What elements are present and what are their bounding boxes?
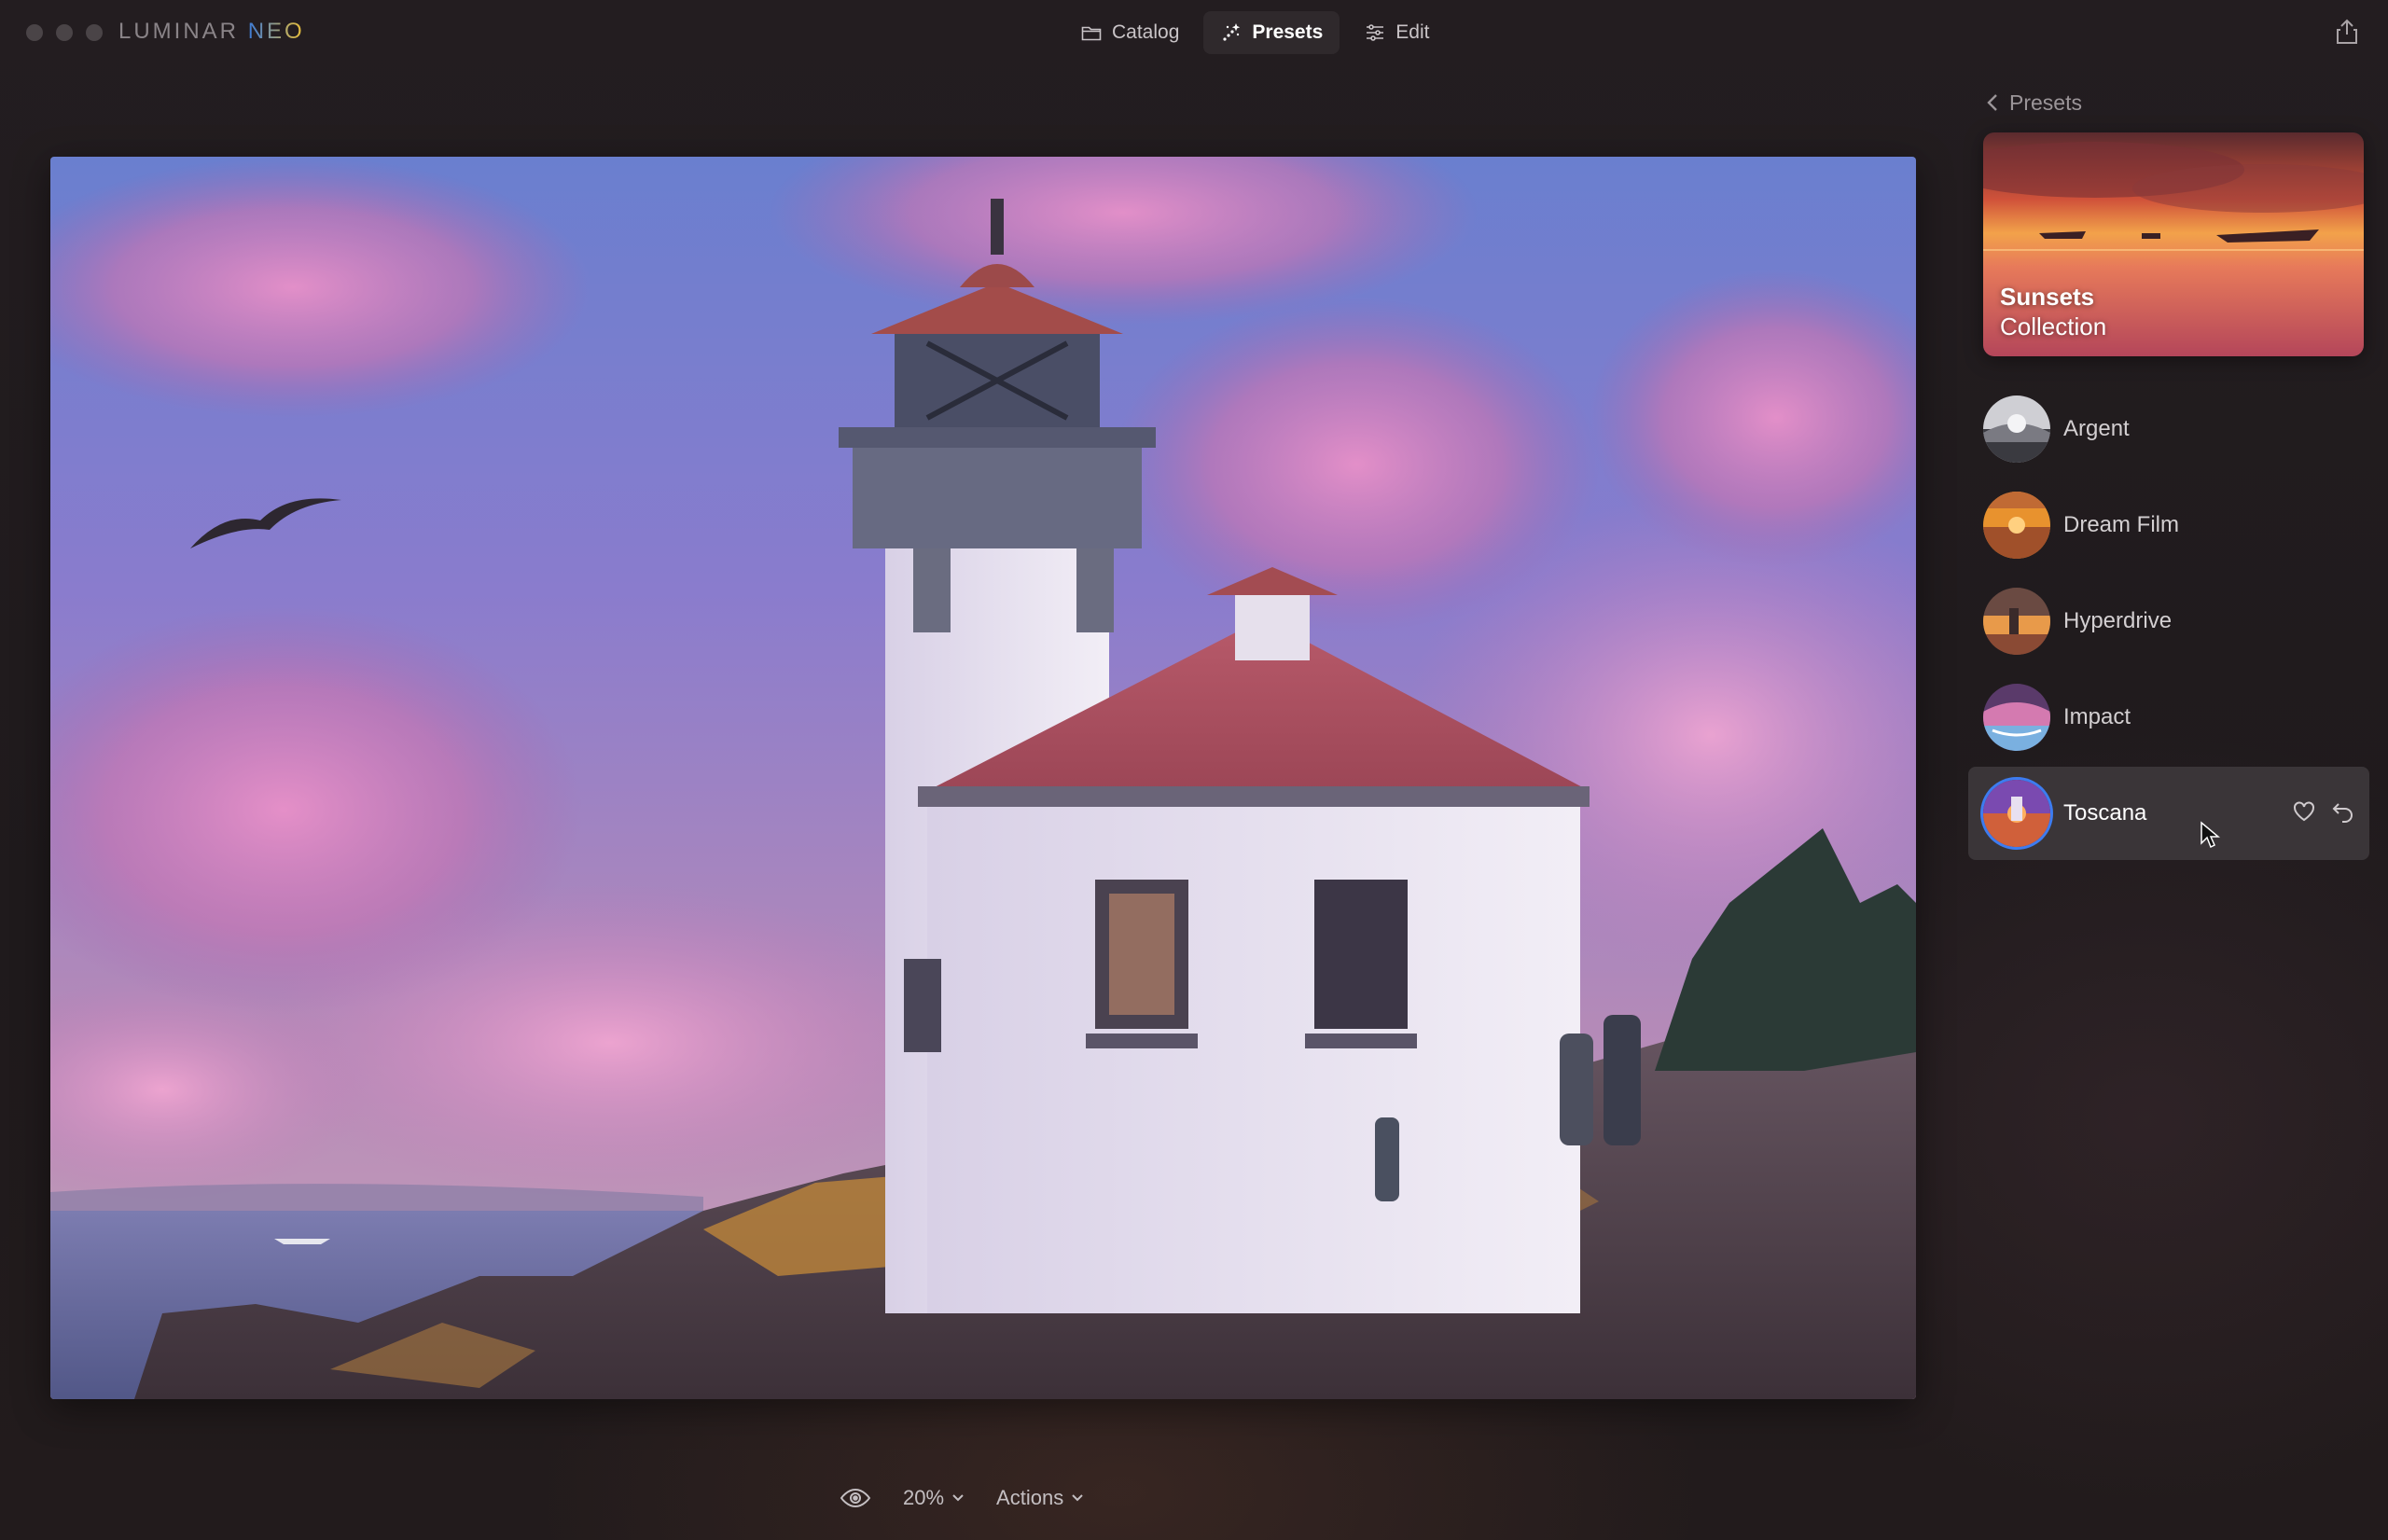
preset-thumbnail (1983, 780, 2050, 847)
preset-thumbnail (1983, 395, 2050, 463)
back-label: Presets (2009, 90, 2082, 115)
preset-item-impact[interactable]: Impact (1968, 671, 2369, 764)
before-after-toggle[interactable] (840, 1487, 871, 1509)
mouse-cursor-icon (2201, 821, 2220, 849)
eye-icon (840, 1488, 871, 1508)
favorite-heart-icon[interactable] (2291, 798, 2317, 825)
app-logo: LUMINAR NEO (118, 19, 305, 47)
zoom-value: 20% (903, 1486, 945, 1509)
preset-thumbnail (1983, 588, 2050, 655)
presets-back-button[interactable]: Presets (1985, 86, 2082, 119)
brand-accent: NEO (247, 19, 305, 44)
chevron-down-icon (952, 1494, 964, 1502)
window-close-button[interactable] (26, 24, 43, 41)
preset-item-dream-film[interactable]: Dream Film (1968, 479, 2369, 572)
chevron-down-icon (1072, 1494, 1083, 1502)
preset-name: Toscana (2063, 800, 2147, 825)
bottom-toolbar: 20% Actions (840, 1479, 1084, 1517)
preset-item-hyperdrive[interactable]: Hyperdrive (1968, 575, 2369, 668)
preset-item-argent[interactable]: Argent (1968, 382, 2369, 476)
zoom-dropdown[interactable]: 20% (903, 1486, 965, 1510)
mode-switcher: Catalog Presets Edit (1063, 11, 1446, 54)
preset-thumbnail (1983, 684, 2050, 751)
tab-catalog-label: Catalog (1112, 21, 1180, 43)
tab-edit-label: Edit (1395, 21, 1430, 43)
chevron-left-icon (1987, 94, 1997, 111)
collection-title-line1: Sunsets (2000, 283, 2095, 311)
photo-canvas[interactable] (50, 157, 1916, 1399)
folder-icon (1081, 26, 1102, 41)
actions-dropdown[interactable]: Actions (996, 1486, 1084, 1510)
collection-card[interactable]: Sunsets Collection (1983, 132, 2364, 356)
presets-sparkle-icon (1223, 23, 1241, 41)
preset-name: Hyperdrive (2063, 608, 2173, 633)
preset-thumbnail (1983, 492, 2050, 559)
collection-title-line2: Collection (2000, 312, 2107, 340)
collection-title: Sunsets Collection (2000, 282, 2106, 341)
preset-name: Dream Film (2063, 512, 2179, 537)
tab-presets[interactable]: Presets (1203, 11, 1340, 54)
preset-name: Argent (2063, 416, 2130, 441)
preset-actions (2291, 798, 2356, 825)
preset-item-toscana[interactable]: Toscana (1968, 767, 2369, 860)
share-icon[interactable] (2332, 17, 2362, 47)
tab-edit[interactable]: Edit (1347, 11, 1446, 54)
preset-list: Argent Dream Film Hyperdrive Impact Tosc… (1968, 382, 2369, 863)
window-maximize-button[interactable] (86, 24, 103, 41)
title-bar: LUMINAR NEO Catalog Presets Edit (0, 0, 2388, 65)
window-minimize-button[interactable] (56, 24, 73, 41)
tab-catalog[interactable]: Catalog (1063, 11, 1196, 54)
sliders-icon (1367, 24, 1384, 41)
tab-presets-label: Presets (1252, 21, 1324, 43)
actions-label: Actions (996, 1486, 1064, 1509)
app-window: LUMINAR NEO Catalog Presets Edit Presets… (0, 0, 2388, 1540)
preset-name: Impact (2063, 704, 2131, 729)
brand-main: LUMINAR (118, 19, 240, 44)
reset-undo-icon[interactable] (2330, 798, 2356, 825)
lighthouse-photo (50, 157, 1916, 1399)
presets-panel: Presets Sunsets Collection Argent Dream … (1968, 75, 2369, 914)
